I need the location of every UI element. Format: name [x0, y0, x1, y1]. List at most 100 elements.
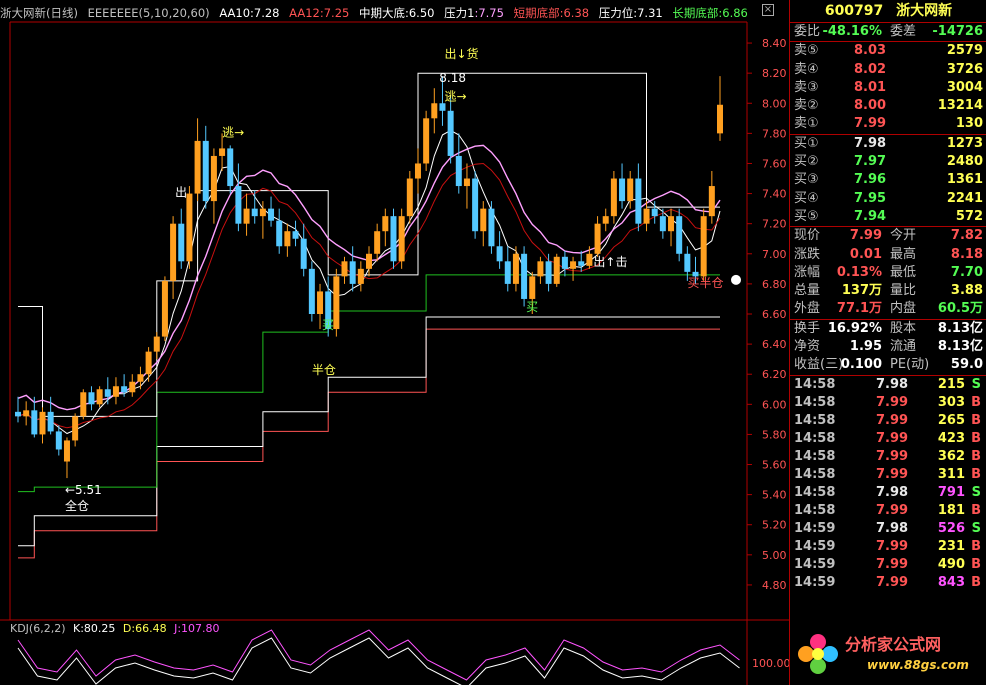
tick-time: 14:59 [794, 538, 836, 554]
bid-volume: 572 [955, 208, 983, 224]
candle-body [374, 231, 381, 254]
tick-price: 7.99 [876, 538, 909, 554]
candle-body [251, 208, 258, 217]
candle-body [219, 148, 226, 156]
stat-value: 16.92% [827, 320, 882, 336]
candle-body [643, 208, 650, 224]
stat-value: 59.0 [950, 357, 983, 373]
quote-label: 现价 [794, 228, 821, 244]
tick-side: S [971, 484, 981, 500]
tick-time: 14:58 [794, 448, 836, 464]
tick-row: 14:58 7.99 303 B [790, 394, 986, 412]
yali1-text: 压力1 [444, 6, 475, 20]
candle-body [104, 389, 111, 397]
candle-body [545, 261, 552, 284]
candle-body [659, 216, 666, 232]
kline-chart[interactable]: 8.40 8.20 8.00 7.80 7.60 7.40 7.20 7.00 6.80 6.60… [0, 0, 789, 685]
y-axis-label: 7.40 [762, 188, 787, 201]
candle-body [366, 253, 372, 269]
stats-list: 换手 16.92% 股本 8.13亿 净资 1.95 流通 8.13亿 收益(三) 0.100 PE… [790, 320, 986, 375]
stat-value: 1.95 [849, 339, 882, 355]
quote-value: 3.88 [950, 283, 983, 299]
candle-body [259, 208, 266, 217]
weibi-value: -48.16% [822, 24, 882, 39]
ask-price: 8.02 [854, 61, 887, 77]
candle-body [137, 374, 144, 382]
tick-side: B [971, 466, 981, 482]
tick-time: 14:58 [794, 394, 836, 410]
candle-body [153, 336, 160, 352]
candle-body [121, 386, 128, 393]
candle-body [63, 440, 70, 462]
tick-price: 7.99 [876, 394, 909, 410]
tick-time: 14:58 [794, 412, 836, 428]
candle-body [15, 411, 21, 417]
candle-body [341, 261, 348, 277]
bid-volume: 2241 [946, 190, 983, 206]
candle-body [676, 216, 683, 254]
y-axis-label: 6.20 [762, 368, 787, 381]
tick-time: 14:58 [794, 484, 836, 500]
escape-signal-label: 逃→ [444, 89, 466, 103]
tick-time: 14:59 [794, 574, 836, 590]
marker-dot-icon [731, 274, 741, 285]
tick-row: 14:59 7.99 490 B [790, 556, 986, 574]
stock-code: 600797 [824, 3, 884, 19]
stat-value: 8.13亿 [937, 320, 983, 336]
half-position-label: 半仓 [312, 363, 336, 377]
kdj-j-line [17, 629, 740, 681]
candle-body [235, 186, 242, 224]
main-chart-area[interactable]: 8.40 8.20 8.00 7.80 7.60 7.40 7.20 7.00 6.80 6.60… [0, 0, 789, 685]
stat-label: 股本 [890, 320, 917, 336]
candle-body [586, 253, 593, 266]
ask-volume: 3726 [946, 61, 983, 77]
tick-volume: 303 [937, 394, 965, 410]
yali1-value: :7.75 [474, 6, 504, 20]
tick-list[interactable]: 14:58 7.98 215 S 14:58 7.99 303 B 14:58 7.99 265 B 1… [790, 376, 986, 592]
candle-body [439, 103, 446, 111]
tick-volume: 231 [937, 538, 965, 554]
candle-body [619, 178, 626, 202]
tick-volume: 423 [937, 430, 965, 446]
candle-body [594, 223, 601, 254]
quote-label: 涨幅 [794, 264, 821, 280]
ask-volume: 3004 [946, 79, 983, 95]
bid-list: 买① 7.98 1273 买② 7.97 2480 买③ 7.96 1361 买④ 7.95 2241… [790, 135, 986, 226]
watermark-logo: 分析家公式网 www.88gs.com [795, 628, 985, 684]
tick-volume: 791 [937, 484, 965, 500]
stat-row: 换手 16.92% 股本 8.13亿 [790, 320, 986, 338]
candle-body [88, 392, 95, 405]
candle-body [47, 411, 54, 432]
bid-volume: 1361 [946, 172, 983, 188]
stat-label: 收益(三) [794, 357, 844, 373]
candle-body [31, 410, 38, 435]
quote-value: 0.13% [836, 264, 882, 280]
stat-row: 净资 1.95 流通 8.13亿 [790, 338, 986, 356]
candle-body [668, 216, 675, 232]
candle-body [455, 155, 462, 187]
tick-volume: 181 [937, 502, 965, 518]
attack-signal-label: 出↑击 [593, 255, 627, 269]
candle-body [561, 256, 568, 269]
candle-body [504, 261, 511, 284]
candle-body [210, 155, 217, 202]
candle-body [243, 208, 250, 224]
quote-row: 涨跌 0.01 最高 8.18 [790, 246, 986, 264]
candle-body [431, 103, 438, 119]
close-icon[interactable]: × [762, 4, 774, 16]
quote-value: 8.18 [950, 246, 983, 262]
yali1-label: 压力1:7.75 [444, 6, 504, 20]
tick-price: 7.98 [876, 484, 909, 500]
y-axis-label: 5.00 [762, 549, 787, 562]
candle-body [700, 216, 707, 277]
tick-time: 14:58 [794, 502, 836, 518]
quote-row: 涨幅 0.13% 最低 7.70 [790, 264, 986, 282]
candle-body [317, 291, 324, 314]
tick-price: 7.99 [876, 502, 909, 518]
tick-price: 7.99 [876, 574, 909, 590]
y-axis-label: 8.20 [762, 67, 787, 80]
tick-price: 7.99 [876, 556, 909, 572]
ask-label: 卖① [794, 116, 819, 132]
ask-row: 卖③ 8.01 3004 [790, 79, 986, 97]
ask-volume: 13214 [937, 98, 983, 114]
